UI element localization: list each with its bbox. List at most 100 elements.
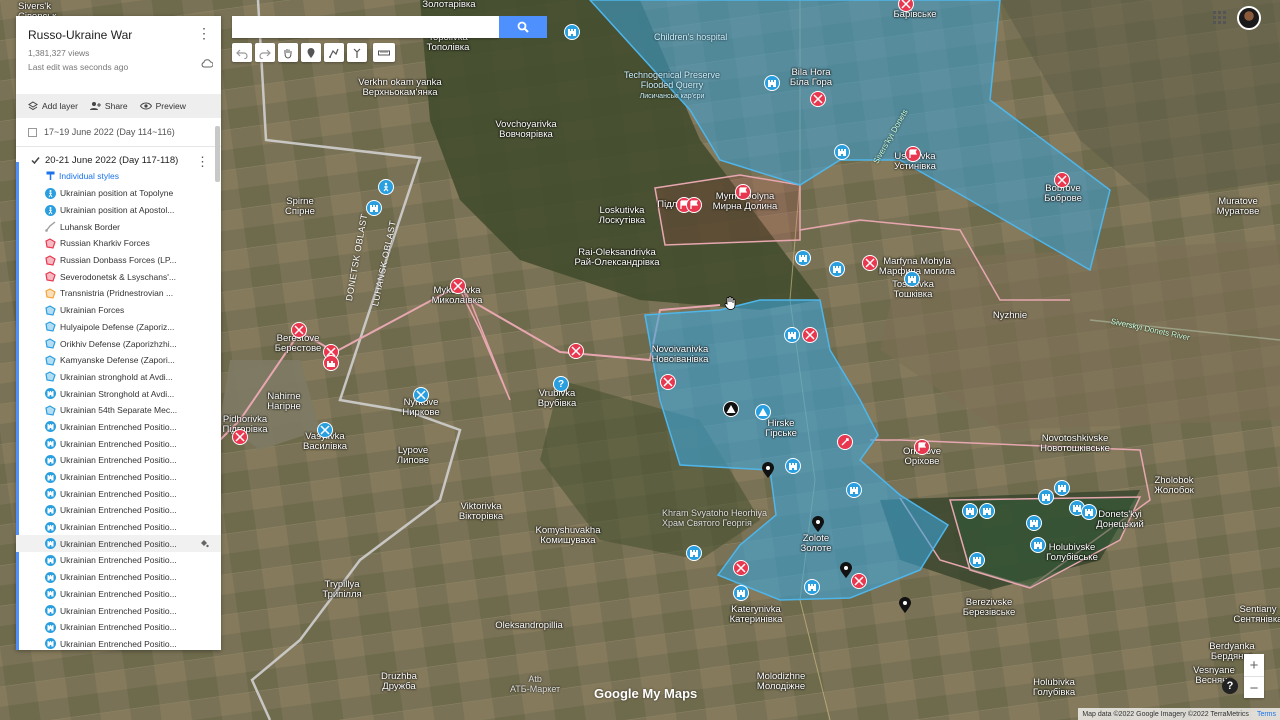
ukrainian-fortress-marker[interactable] — [784, 327, 800, 343]
layer-feature-item[interactable]: Luhansk Border — [16, 218, 221, 235]
ukrainian-fortress-marker[interactable] — [1030, 537, 1046, 553]
layer-feature-item[interactable]: Ukrainian Entrenched Positio... — [16, 552, 221, 569]
ukrainian-fortress-marker[interactable] — [904, 271, 920, 287]
layer-feature-item[interactable]: Russian Kharkiv Forces — [16, 235, 221, 252]
russian-flag-marker[interactable] — [905, 146, 921, 162]
directions-button[interactable] — [347, 43, 367, 62]
panel-scrollbar[interactable] — [215, 126, 220, 182]
russian-flag-marker[interactable] — [914, 439, 930, 455]
layer-feature-item[interactable]: Ukrainian Entrenched Positio... — [16, 485, 221, 502]
warning-marker[interactable] — [723, 401, 739, 417]
ukrainian-fortress-marker[interactable] — [686, 545, 702, 561]
ukrainian-infantry-marker[interactable] — [378, 179, 394, 195]
layer-item-active[interactable]: 20-21 June 2022 (Day 117-118) ⋮ Individu… — [16, 147, 221, 650]
russian-attack-marker[interactable] — [568, 343, 584, 359]
ukrainian-fortress-marker[interactable] — [829, 261, 845, 277]
ukrainian-fortress-marker[interactable] — [785, 458, 801, 474]
russian-attack-marker[interactable] — [802, 327, 818, 343]
layer-feature-item[interactable]: Ukrainian Forces — [16, 302, 221, 319]
undo-button[interactable] — [232, 43, 252, 62]
layer-feature-item[interactable]: Severodonetsk & Lsyschans'... — [16, 268, 221, 285]
zoom-out-button[interactable]: − — [1244, 677, 1264, 699]
layer-feature-item[interactable]: Ukrainian Entrenched Positio... — [16, 452, 221, 469]
layer-feature-item[interactable]: Ukrainian Entrenched Positio... — [16, 569, 221, 586]
search-button[interactable] — [499, 16, 547, 38]
layer-feature-item[interactable]: Transnistria (Pridnestrovian ... — [16, 285, 221, 302]
russian-fortress-marker[interactable] — [323, 355, 339, 371]
layer-feature-item[interactable]: Ukrainian 54th Separate Mec... — [16, 402, 221, 419]
layer-feature-item[interactable]: Ukrainian Entrenched Positio... — [16, 602, 221, 619]
layer-feature-item[interactable]: Hulyaipole Defense (Zaporiz... — [16, 319, 221, 336]
ukrainian-fortress-marker[interactable] — [804, 579, 820, 595]
preview-button[interactable]: Preview — [139, 101, 186, 111]
layer-feature-item[interactable]: Ukrainian Entrenched Positio... — [16, 636, 221, 650]
ukrainian-fortress-marker[interactable] — [795, 250, 811, 266]
individual-styles-link[interactable]: Individual styles — [16, 166, 221, 181]
russian-attack-marker[interactable] — [862, 255, 878, 271]
layer-feature-item[interactable]: Ukrainian Stronghold at Avdi... — [16, 385, 221, 402]
layer-feature-item[interactable]: Orikhiv Defense (Zaporizhzhi... — [16, 335, 221, 352]
location-pin-icon[interactable] — [899, 597, 911, 613]
ukrainian-fortress-marker[interactable] — [1038, 489, 1054, 505]
layer-checkbox[interactable] — [28, 127, 37, 137]
user-avatar[interactable] — [1237, 6, 1261, 30]
layer-feature-item[interactable]: Ukrainian Entrenched Positio... — [16, 519, 221, 536]
ukrainian-fortress-marker[interactable] — [834, 144, 850, 160]
ukrainian-question-marker[interactable]: ? — [553, 376, 569, 392]
layer-feature-item[interactable]: Ukrainian Entrenched Positio... — [16, 469, 221, 486]
russian-attack-marker[interactable] — [1054, 172, 1070, 188]
pan-tool-button[interactable] — [278, 43, 298, 62]
ukrainian-fortress-marker[interactable] — [969, 552, 985, 568]
layer-feature-item[interactable]: Russian Donbass Forces (LP... — [16, 252, 221, 269]
panel-menu-icon[interactable]: ⋮ — [197, 26, 211, 40]
russian-attack-marker[interactable] — [851, 573, 867, 589]
russian-flag-marker[interactable] — [686, 197, 702, 213]
ukrainian-fortress-marker[interactable] — [1081, 504, 1097, 520]
terms-link[interactable]: Terms — [1257, 711, 1276, 718]
russian-attack-marker[interactable] — [450, 278, 466, 294]
layer-feature-item[interactable]: Ukrainian Entrenched Positio... — [16, 535, 221, 553]
add-marker-button[interactable] — [301, 43, 321, 62]
layer-feature-item[interactable]: Ukrainian Entrenched Positio... — [16, 435, 221, 452]
checked-checkbox-icon[interactable] — [31, 156, 40, 165]
ukrainian-fortress-marker[interactable] — [979, 503, 995, 519]
layer-feature-item[interactable]: Ukrainian position at Apostol... — [16, 202, 221, 219]
layer-feature-item[interactable]: Ukrainian Entrenched Positio... — [16, 502, 221, 519]
layer-feature-item[interactable]: Ukrainian Entrenched Positio... — [16, 586, 221, 603]
layer-feature-item[interactable]: Ukrainian Entrenched Positio... — [16, 619, 221, 636]
ukrainian-fortress-marker[interactable] — [764, 75, 780, 91]
russian-attack-marker[interactable] — [232, 429, 248, 445]
ukrainian-fortress-marker[interactable] — [846, 482, 862, 498]
ukrainian-fortress-marker[interactable] — [733, 585, 749, 601]
russian-attack-marker[interactable] — [291, 322, 307, 338]
ukrainian-fortress-marker[interactable] — [1026, 515, 1042, 531]
draw-line-button[interactable] — [324, 43, 344, 62]
layer-feature-item[interactable]: Ukrainian position at Topolyne — [16, 185, 221, 202]
zoom-in-button[interactable]: + — [1244, 654, 1264, 677]
map-title[interactable]: Russo-Ukraine War — [28, 28, 209, 42]
russian-flag-marker[interactable] — [735, 184, 751, 200]
russian-attack-marker[interactable] — [660, 374, 676, 390]
russian-attack-marker[interactable] — [733, 560, 749, 576]
ukrainian-fortress-marker[interactable] — [962, 503, 978, 519]
russian-artillery-marker[interactable] — [837, 434, 853, 450]
location-pin-icon[interactable] — [840, 562, 852, 578]
ukrainian-attack-marker[interactable] — [413, 387, 429, 403]
russian-attack-marker[interactable] — [810, 91, 826, 107]
ukrainian-attack-marker[interactable] — [317, 422, 333, 438]
search-input[interactable] — [232, 16, 499, 38]
share-button[interactable]: Share — [89, 101, 128, 111]
layer-feature-item[interactable]: Ukrainian stronghold at Avdi... — [16, 369, 221, 386]
layer-menu-icon[interactable]: ⋮ — [196, 154, 209, 170]
ukrainian-warning-marker[interactable] — [755, 404, 771, 420]
ukrainian-fortress-marker[interactable] — [1054, 480, 1070, 496]
layer-feature-item[interactable]: Kamyanske Defense (Zapori... — [16, 352, 221, 369]
ukrainian-fortress-marker[interactable] — [564, 24, 580, 40]
layer-feature-item[interactable]: Ukrainian Entrenched Positio... — [16, 419, 221, 436]
add-layer-button[interactable]: Add layer — [28, 101, 78, 111]
ukrainian-fortress-marker[interactable] — [366, 200, 382, 216]
measure-button[interactable] — [373, 43, 395, 62]
help-button[interactable]: ? — [1222, 678, 1238, 694]
paint-bucket-icon[interactable] — [199, 538, 209, 550]
redo-button[interactable] — [255, 43, 275, 62]
